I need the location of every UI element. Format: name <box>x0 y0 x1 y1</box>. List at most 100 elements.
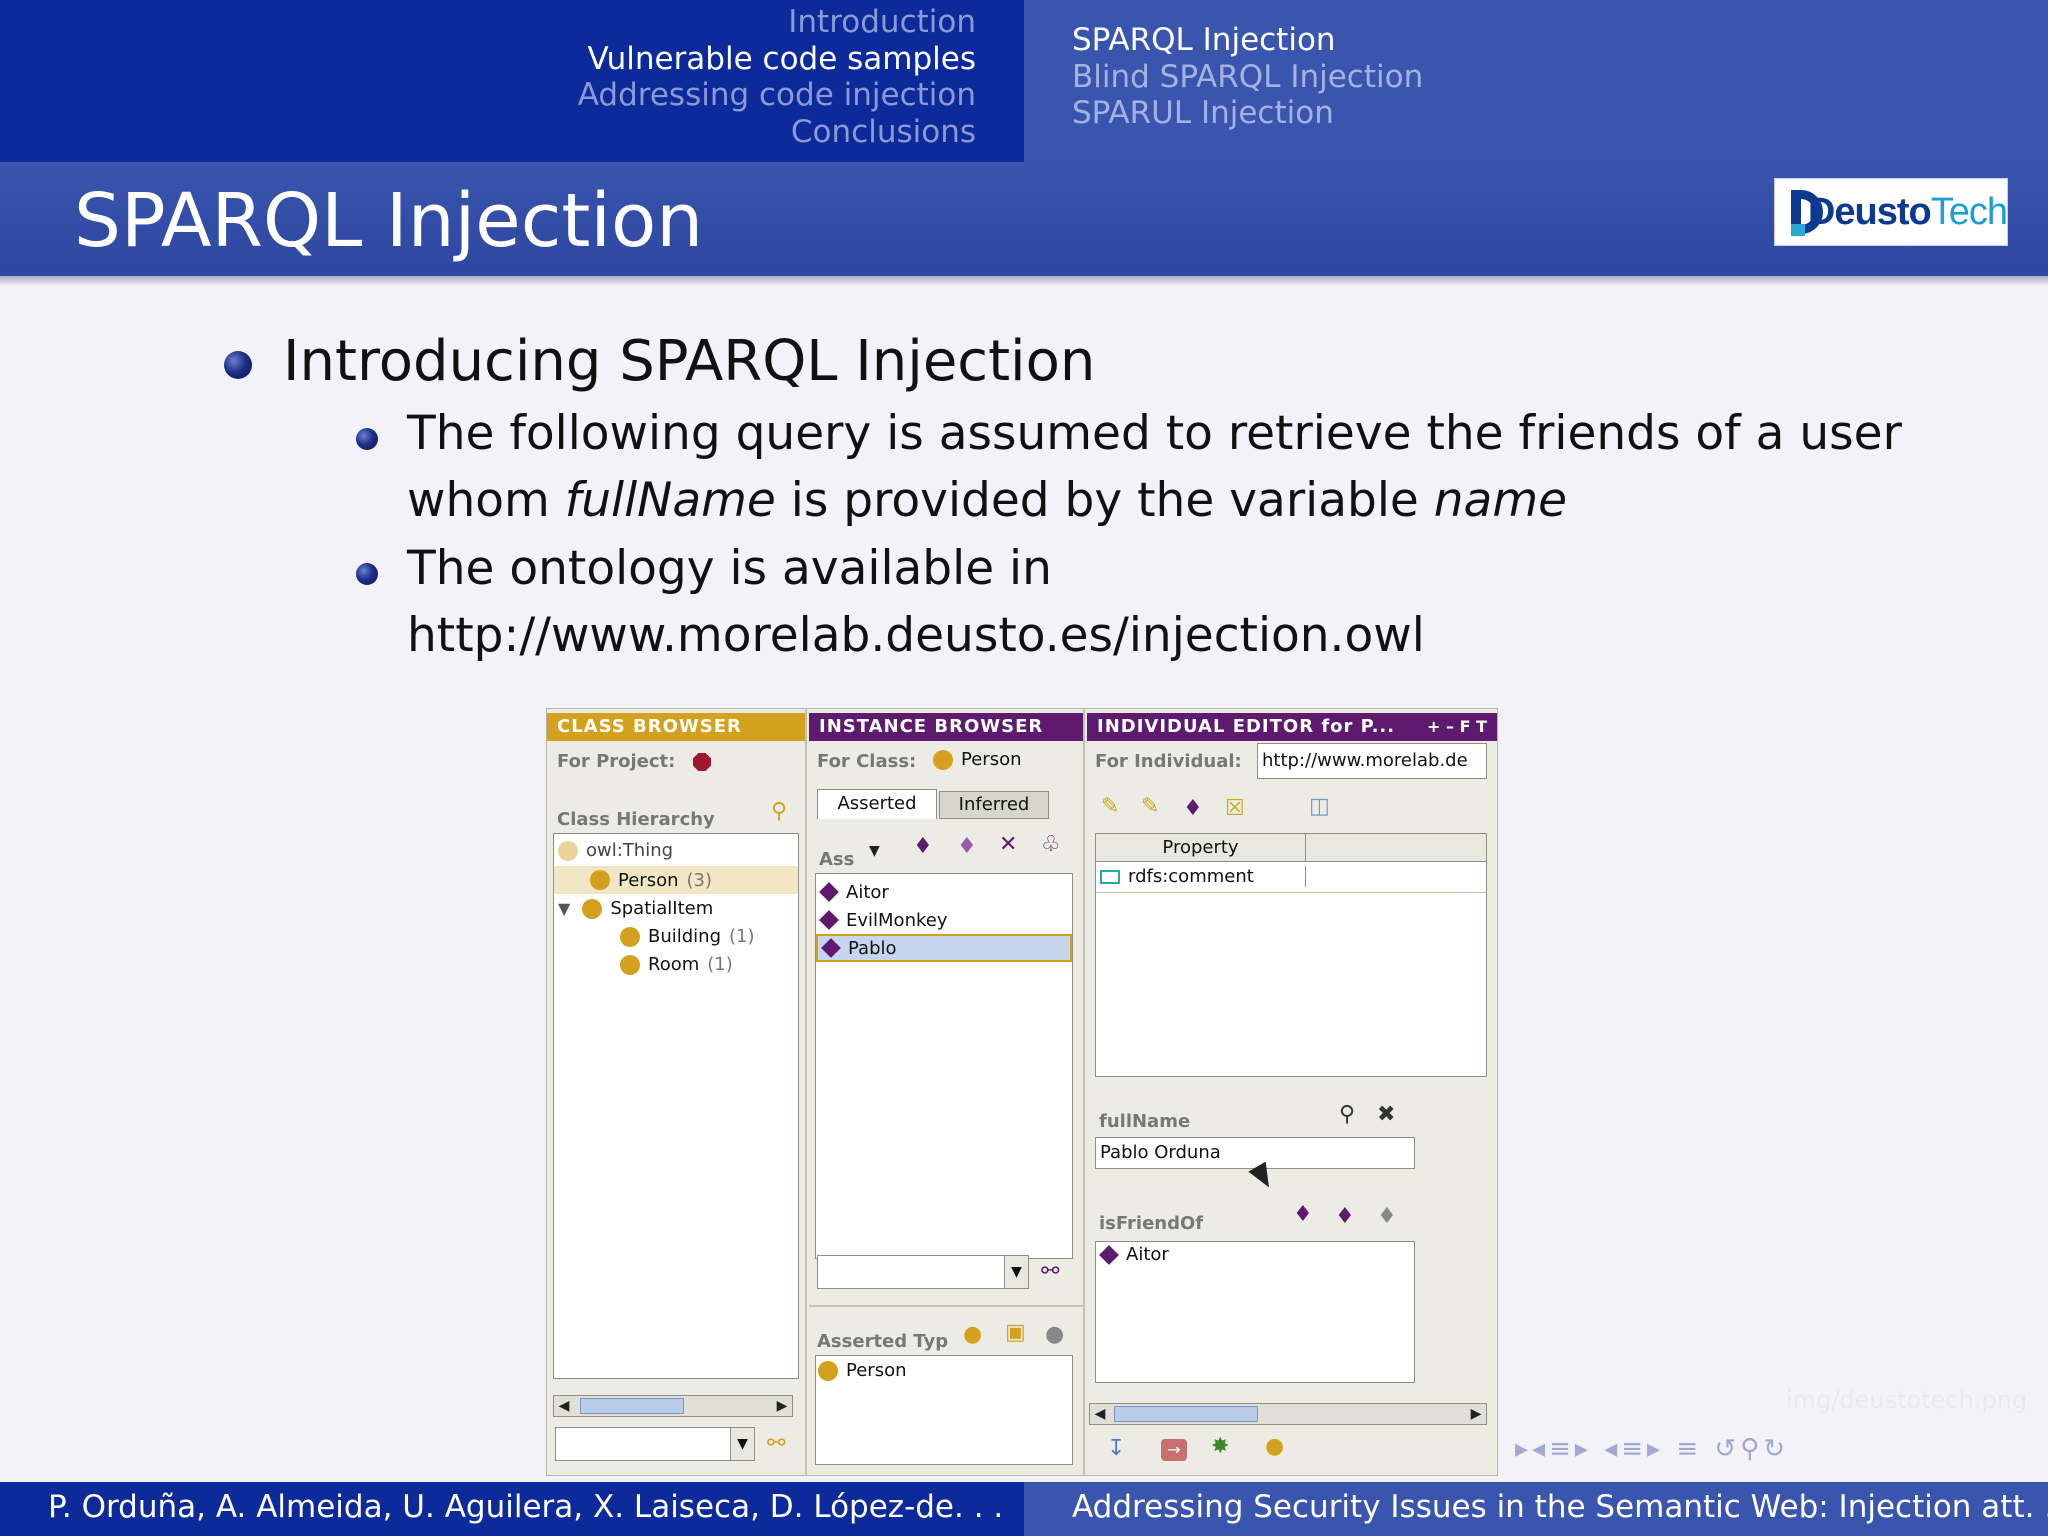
add-value-icon[interactable]: ♦ <box>1183 797 1203 821</box>
class-icon <box>620 954 640 975</box>
row-divider <box>1096 892 1486 893</box>
copy-instance-icon[interactable]: ♦ <box>957 835 977 859</box>
scroll-right-icon[interactable]: ▶ <box>772 1396 792 1416</box>
logo-d-mark <box>1791 190 1823 236</box>
value-column-header[interactable] <box>1306 834 1486 862</box>
deustotech-logo: DeustoTech <box>1774 178 2008 246</box>
tree-item-owl-thing[interactable]: owl:Thing <box>558 840 673 861</box>
new-note-icon[interactable]: ✎ <box>1101 795 1119 819</box>
isfriendof-label: isFriendOf <box>1099 1213 1204 1234</box>
instance-item-pablo[interactable]: Pablo <box>816 934 1072 962</box>
bullet-introducing: Introducing SPARQL Injection <box>283 329 1096 394</box>
image-path-watermark: img/deustotech.png <box>1786 1386 2028 1414</box>
footer-authors-bar: P. Orduña, A. Almeida, U. Aguilera, X. L… <box>0 1482 1024 1536</box>
class-search-combo[interactable]: ▼ <box>555 1427 755 1461</box>
layout-icon[interactable]: ◫ <box>1309 795 1330 819</box>
footer-authors: P. Orduña, A. Almeida, U. Aguilera, X. L… <box>48 1489 1004 1525</box>
sub-bullet-ontology-line1: The ontology is available in <box>407 541 1052 596</box>
editor-window-buttons[interactable]: + – F T <box>1427 713 1487 741</box>
individual-uri-field[interactable]: http://www.morelab.de <box>1257 743 1487 779</box>
annotation-property-icon <box>1100 869 1120 884</box>
export-icon[interactable]: → <box>1161 1439 1187 1461</box>
for-class-value: Person <box>933 749 1022 770</box>
friend-item-aitor[interactable]: Aitor <box>1096 1244 1169 1265</box>
find-class-icon[interactable]: ⚲ <box>771 799 787 824</box>
delete-instance-icon[interactable]: ✕ <box>999 833 1017 857</box>
create-instance-icon[interactable]: ♦ <box>913 835 933 859</box>
class-icon <box>582 898 603 919</box>
protege-screenshot: CLASS BROWSER For Project: Class Hierarc… <box>546 708 1498 1476</box>
scrollbar-thumb[interactable] <box>1114 1406 1258 1422</box>
section-link-addressing-code-injection[interactable]: Addressing code injection <box>578 77 976 114</box>
subsection-link-sparql-injection[interactable]: SPARQL Injection <box>1072 22 1423 59</box>
remove-friend-icon[interactable]: ♦ <box>1377 1205 1397 1229</box>
class-icon <box>620 926 640 947</box>
frame-title: SPARQL Injection <box>74 178 704 264</box>
for-project-label: For Project: <box>557 751 676 772</box>
tree-item-building[interactable]: Building (1) <box>620 926 755 947</box>
chevron-down-icon[interactable]: ▼ <box>1004 1256 1028 1288</box>
class-browser-panel: CLASS BROWSER For Project: Class Hierarc… <box>547 709 807 1475</box>
section-navigation: Introduction Vulnerable code samples Add… <box>0 0 1024 162</box>
create-type-icon[interactable]: ▣ <box>1005 1321 1026 1345</box>
class-tree: owl:Thing Person (3) ▼ SpatialItem Buildin… <box>553 833 799 1379</box>
import-icon[interactable]: ↧ <box>1107 1437 1125 1461</box>
subsection-link-sparul-injection[interactable]: SPARUL Injection <box>1072 95 1423 132</box>
add-note-icon[interactable]: ✎ <box>1141 795 1159 819</box>
create-class-icon[interactable]: ● <box>1265 1435 1284 1459</box>
scroll-right-icon[interactable]: ▶ <box>1466 1404 1486 1424</box>
delete-value-icon[interactable]: ✖ <box>1377 1103 1395 1127</box>
footer-title: Addressing Security Issues in the Semant… <box>1072 1489 2048 1525</box>
tab-asserted[interactable]: Asserted <box>817 789 937 819</box>
instance-item-aitor[interactable]: Aitor <box>816 878 1072 906</box>
scroll-left-icon[interactable]: ◀ <box>1090 1404 1110 1424</box>
chevron-down-icon[interactable]: ▼ <box>730 1428 754 1460</box>
scrollbar-thumb[interactable] <box>580 1398 684 1414</box>
property-table: Property rdfs:comment <box>1095 833 1487 1077</box>
instance-browser-panel: INSTANCE BROWSER For Class: Person Asser… <box>809 709 1085 1475</box>
expand-triangle-icon[interactable]: ▼ <box>558 899 570 918</box>
delete-note-icon[interactable]: ☒ <box>1225 797 1245 821</box>
instance-icon <box>1099 1244 1119 1265</box>
beamer-navigation-icons[interactable]: ▸◂≡▸ ◂≡▸ ≡ ↺⚲↻ <box>1515 1434 1789 1464</box>
divider <box>809 1305 1083 1307</box>
tab-inferred[interactable]: Inferred <box>939 791 1049 819</box>
property-row-rdfs-comment[interactable]: rdfs:comment <box>1100 866 1306 887</box>
subsection-link-blind-sparql-injection[interactable]: Blind SPARQL Injection <box>1072 59 1423 96</box>
bullet-ball-icon <box>224 351 252 379</box>
debug-icon[interactable]: ✸ <box>1211 1435 1229 1459</box>
instance-options-icon[interactable]: ♧ <box>1041 833 1061 857</box>
editor-scrollbar[interactable]: ◀ ▶ <box>1089 1403 1487 1425</box>
instance-icon <box>821 938 841 958</box>
fullname-input[interactable]: Pablo Orduna <box>1095 1137 1415 1169</box>
instance-search-combo[interactable]: ▼ <box>817 1255 1029 1289</box>
class-icon <box>558 840 578 861</box>
add-friend-icon[interactable]: ♦ <box>1293 1203 1313 1227</box>
individual-editor-panel: INDIVIDUAL EDITOR for P... + – F T For I… <box>1087 709 1497 1475</box>
instance-item-evilmonkey[interactable]: EvilMonkey <box>816 906 1072 934</box>
subsection-list: SPARQL Injection Blind SPARQL Injection … <box>1072 22 1423 132</box>
add-type-icon[interactable]: ● <box>963 1323 982 1347</box>
search-icon[interactable]: ⚲ <box>1339 1103 1355 1127</box>
section-link-introduction[interactable]: Introduction <box>578 4 976 41</box>
for-class-label: For Class: <box>817 751 917 772</box>
asserted-type-person[interactable]: Person <box>818 1360 907 1381</box>
tree-item-room[interactable]: Room (1) <box>620 954 733 975</box>
subsection-navigation: SPARQL Injection Blind SPARQL Injection … <box>1024 0 2048 162</box>
instance-icon <box>819 882 839 902</box>
create-friend-icon[interactable]: ♦ <box>1335 1205 1355 1229</box>
chevron-down-icon[interactable]: ▼ <box>869 839 880 863</box>
class-tree-scrollbar[interactable]: ◀ ▶ <box>553 1395 793 1417</box>
tree-item-spatialitem[interactable]: ▼ SpatialItem <box>558 898 713 919</box>
for-individual-label: For Individual: <box>1095 751 1242 772</box>
section-link-conclusions[interactable]: Conclusions <box>578 114 976 151</box>
binoculars-icon[interactable]: ⚯ <box>767 1431 785 1456</box>
title-bar-shadow <box>0 276 2048 286</box>
binoculars-icon[interactable]: ⚯ <box>1041 1259 1059 1284</box>
remove-type-icon[interactable]: ● <box>1045 1323 1064 1347</box>
property-column-header[interactable]: Property <box>1096 834 1306 862</box>
scroll-left-icon[interactable]: ◀ <box>554 1396 574 1416</box>
section-link-vulnerable-code-samples[interactable]: Vulnerable code samples <box>578 41 976 78</box>
ontology-url[interactable]: http://www.morelab.deusto.es/injection.o… <box>407 602 1425 669</box>
tree-item-person[interactable]: Person (3) <box>554 866 798 894</box>
